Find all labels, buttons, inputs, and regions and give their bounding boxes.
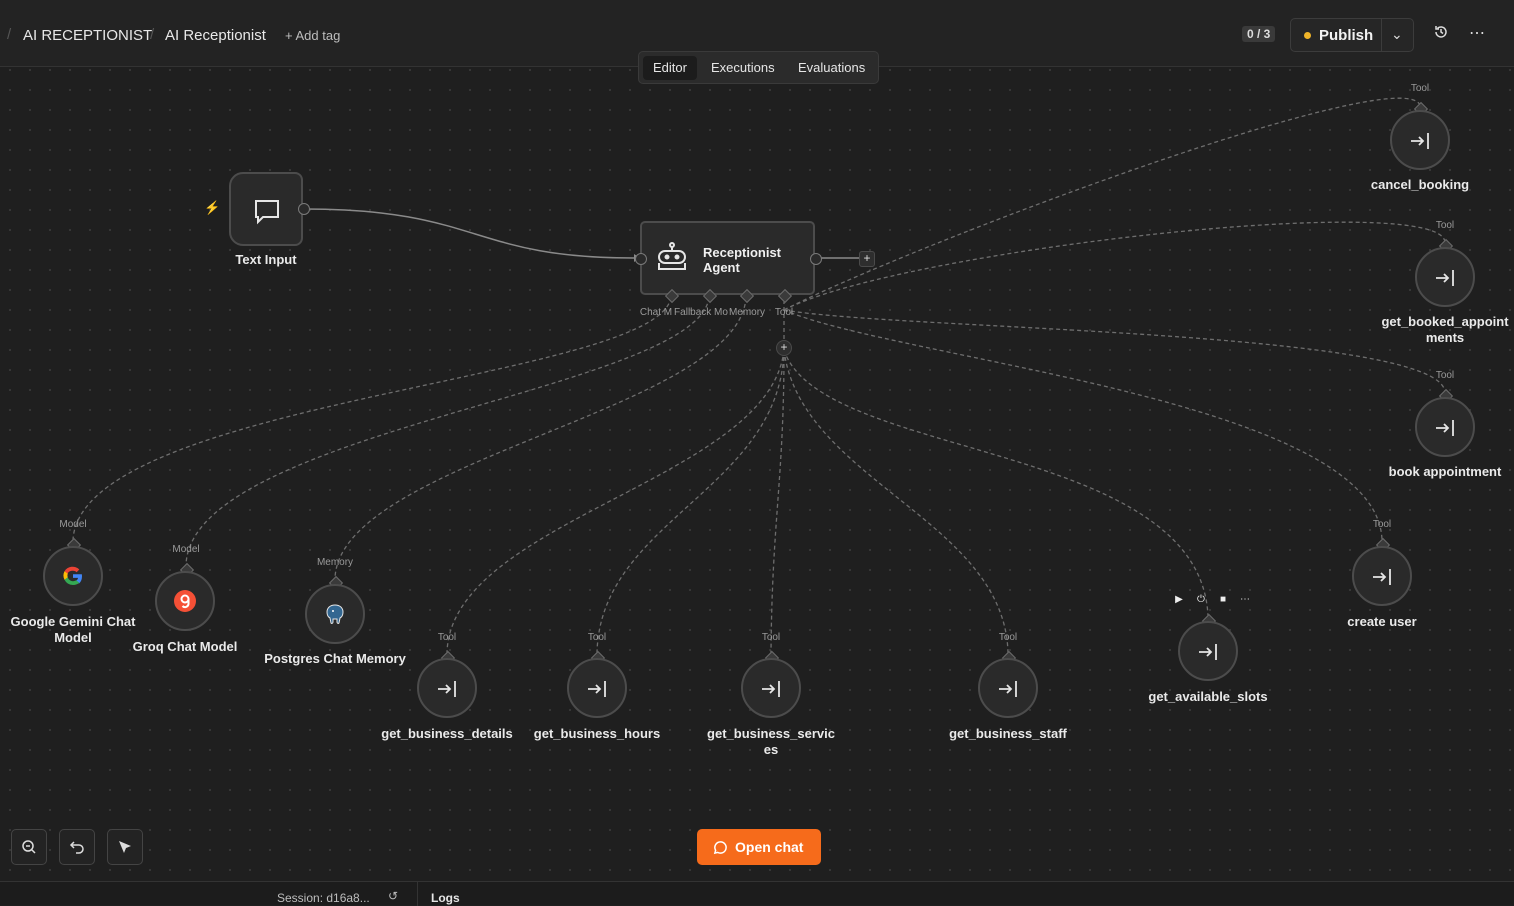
- port-label-tool: Tool: [587, 632, 607, 643]
- tool-label: get_business_staff: [949, 726, 1067, 741]
- breadcrumb-project[interactable]: AI RECEPTIONIST: [23, 27, 152, 44]
- trash-icon[interactable]: ■: [1212, 594, 1234, 605]
- port-label-tool: Tool: [774, 307, 794, 318]
- tool-input-icon: [438, 681, 456, 697]
- port-label-model: Model: [172, 544, 200, 555]
- undo-button[interactable]: [59, 829, 95, 865]
- port-label-model: Model: [59, 519, 87, 530]
- tool-input-icon: [762, 681, 780, 697]
- tool-node-get-business-hours[interactable]: [567, 658, 627, 718]
- tidy-up-button[interactable]: [107, 829, 143, 865]
- tool-node-get-business-staff[interactable]: [978, 658, 1038, 718]
- chat-icon: [713, 841, 727, 855]
- open-chat-button[interactable]: Open chat: [697, 829, 821, 865]
- postgres-label: Postgres Chat Memory: [264, 651, 406, 666]
- tool-node-get-business-services[interactable]: [741, 658, 801, 718]
- port-label-tool: Tool: [761, 632, 781, 643]
- tab-editor[interactable]: Editor: [643, 56, 697, 80]
- tool-label: book appointment: [1388, 464, 1502, 479]
- tool-node-book-appointment[interactable]: [1415, 397, 1475, 457]
- tab-evaluations[interactable]: Evaluations: [788, 56, 875, 80]
- zoom-out-icon: [22, 840, 36, 854]
- tab-executions[interactable]: Executions: [701, 56, 785, 80]
- output-handle[interactable]: [810, 253, 822, 265]
- tool-input-icon: [1411, 133, 1429, 149]
- status-dot-icon: [1304, 32, 1311, 39]
- google-icon: [63, 566, 82, 586]
- undo-icon: [69, 841, 84, 854]
- power-icon[interactable]: ⏻: [1190, 594, 1212, 605]
- port-label-tool: Tool: [1372, 519, 1392, 530]
- wand-icon: [119, 841, 131, 853]
- logs-panel-bar: Session: d16a8... ↺ Logs: [0, 881, 1514, 906]
- logs-tab[interactable]: Logs: [431, 891, 460, 905]
- version-counter-badge: 0 / 3: [1242, 26, 1276, 42]
- receptionist-agent-node[interactable]: Receptionist Agent: [640, 221, 815, 295]
- tool-node-get-business-details[interactable]: [417, 658, 477, 718]
- port-label-memory: Memory: [316, 557, 354, 568]
- tool-label: get_business_hours: [533, 726, 661, 741]
- publish-button[interactable]: Publish ⌄: [1290, 18, 1414, 52]
- tool-node-create-user[interactable]: [1352, 546, 1412, 606]
- groq-icon: [174, 590, 196, 612]
- node-hover-toolbar: ▶ ⏻ ■ ⋯: [1168, 594, 1256, 605]
- breadcrumb-separator: /: [7, 26, 12, 43]
- more-options-icon[interactable]: ⋯: [1234, 594, 1256, 605]
- tool-label: cancel_booking: [1370, 177, 1470, 192]
- divider: [417, 882, 418, 906]
- tool-input-icon: [588, 681, 606, 697]
- add-tool-button[interactable]: +: [776, 340, 792, 356]
- port-label-tool: Tool: [1410, 83, 1430, 94]
- tool-input-icon: [999, 681, 1017, 697]
- add-node-button[interactable]: +: [859, 251, 875, 267]
- tool-input-icon: [1436, 420, 1454, 436]
- text-input-node[interactable]: [229, 172, 303, 246]
- tool-input-icon: [1436, 270, 1454, 286]
- robot-icon: [658, 242, 686, 270]
- play-icon[interactable]: ▶: [1168, 594, 1190, 605]
- more-options-icon[interactable]: ⋯: [1467, 24, 1487, 44]
- breadcrumb-workflow-name[interactable]: AI Receptionist: [165, 27, 266, 44]
- open-chat-label: Open chat: [735, 839, 804, 855]
- chevron-down-icon[interactable]: ⌄: [1391, 26, 1403, 43]
- tool-input-icon: [1373, 569, 1391, 585]
- groq-chat-model-node[interactable]: [155, 571, 215, 631]
- trigger-bolt-icon: ⚡: [204, 200, 221, 215]
- tool-node-get-available-slots[interactable]: [1178, 621, 1238, 681]
- publish-divider: [1381, 19, 1382, 51]
- postgres-memory-node[interactable]: [305, 584, 365, 644]
- reset-session-icon[interactable]: ↺: [388, 889, 398, 903]
- history-icon[interactable]: [1431, 24, 1451, 44]
- tool-input-icon: [1199, 644, 1217, 660]
- session-id: Session: d16a8...: [277, 891, 370, 905]
- breadcrumb-separator: /: [150, 26, 155, 43]
- groq-label: Groq Chat Model: [132, 639, 238, 654]
- port-label-tool: Tool: [437, 632, 457, 643]
- postgres-elephant-icon: [326, 604, 344, 624]
- port-label-tool: Tool: [1435, 370, 1455, 381]
- tool-label: create user: [1347, 614, 1417, 629]
- text-input-label: Text Input: [235, 252, 297, 267]
- port-label-chat-model: Chat M: [639, 307, 673, 318]
- tool-node-get-booked-appointments[interactable]: [1415, 247, 1475, 307]
- add-tag-button[interactable]: + Add tag: [285, 28, 340, 43]
- publish-label: Publish: [1319, 27, 1374, 44]
- tool-node-cancel-booking[interactable]: [1390, 110, 1450, 170]
- port-label-tool: Tool: [998, 632, 1018, 643]
- tool-label: get_available_slots: [1148, 689, 1268, 704]
- tool-label: get_business_servic es: [707, 726, 835, 757]
- tool-label: get_business_details: [381, 726, 513, 741]
- zoom-out-button[interactable]: [11, 829, 47, 865]
- connection-lines: [72, 97, 1446, 654]
- port-label-tool: Tool: [1435, 220, 1455, 231]
- view-tabs: Editor Executions Evaluations: [638, 51, 879, 84]
- chat-bubble-icon: [255, 200, 279, 225]
- input-handle[interactable]: [635, 253, 647, 265]
- tool-label: get_booked_appoint ments: [1381, 314, 1509, 345]
- agent-title: Receptionist Agent: [703, 245, 782, 275]
- gemini-chat-model-node[interactable]: [43, 546, 103, 606]
- output-handle[interactable]: [298, 203, 310, 215]
